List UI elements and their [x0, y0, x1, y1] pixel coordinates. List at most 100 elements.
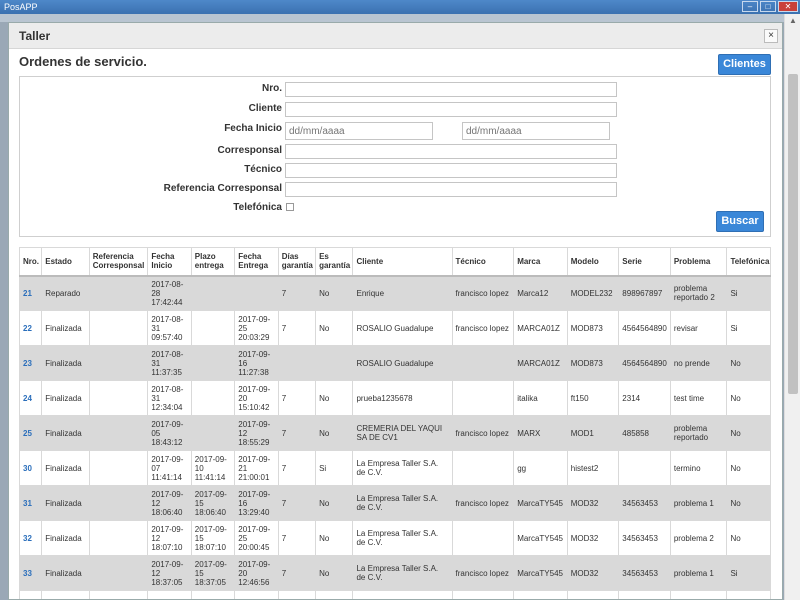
order-number-link[interactable] [18, 590, 43, 599]
column-header[interactable]: Telefónica [726, 247, 771, 277]
order-number-link[interactable]: 24 [18, 380, 43, 416]
order-number-link[interactable]: 30 [18, 450, 43, 486]
table-cell: 7 [277, 275, 317, 311]
table-row[interactable]: 22 Finalizada 2017-08-31 09:57:40 2017-09-2… [18, 310, 771, 346]
table-row[interactable]: 23 Finalizada 2017-08-31 11:37:35 2017-09-1… [18, 345, 771, 381]
filter-panel: Nro. Cliente Fecha Inicio Corresponsal T… [19, 76, 771, 237]
minimize-icon[interactable]: – [742, 1, 758, 12]
table-cell [726, 590, 771, 599]
table-cell [451, 345, 515, 381]
table-cell: MOD873 [566, 345, 620, 381]
order-number-link[interactable]: 25 [18, 415, 43, 451]
order-number-link[interactable]: 21 [18, 275, 43, 311]
table-row[interactable]: 31 Finalizada 2017-09-12 18:06:40 2017-09-1… [18, 485, 771, 521]
column-header[interactable]: Modelo [566, 247, 620, 277]
column-header[interactable]: Marca [513, 247, 568, 277]
table-row[interactable]: 30 Finalizada 2017-09-07 11:41:14 2017-09-1… [18, 450, 771, 486]
table-cell [277, 590, 317, 599]
table-cell: 2017-09-05 18:43:12 [147, 415, 192, 451]
table-cell: termino [669, 450, 728, 486]
scroll-up-icon[interactable]: ▲ [789, 16, 797, 25]
table-cell: Finalizada [41, 310, 90, 346]
tecnico-input[interactable] [285, 163, 617, 178]
table-cell [566, 590, 620, 599]
scrollbar[interactable]: ▲ [784, 14, 800, 600]
clientes-button[interactable]: Clientes [718, 54, 771, 75]
table-cell: 2017-09-25 20:00:45 [234, 520, 279, 556]
nro-input[interactable] [285, 82, 617, 97]
table-row[interactable]: 2017-09-2017-09-2017-09-Empresa Correspo… [18, 590, 771, 599]
cliente-input[interactable] [285, 102, 617, 117]
buscar-button[interactable]: Buscar [716, 211, 764, 232]
table-cell: Finalizada [41, 380, 90, 416]
table-cell: No [315, 380, 354, 416]
table-cell: MOD32 [566, 555, 620, 591]
table-cell: MOD873 [566, 310, 620, 346]
table-cell [88, 310, 149, 346]
column-header[interactable]: Serie [618, 247, 671, 277]
table-cell: MOD1 [566, 415, 620, 451]
table-cell: 2017-09-15 18:37:05 [190, 555, 236, 591]
column-header[interactable]: Fecha Entrega [234, 247, 279, 277]
table-row[interactable]: 21 Reparado 2017-08-28 17:42:44 7 No Enrique f… [18, 275, 771, 311]
table-row[interactable]: 25 Finalizada 2017-09-05 18:43:12 2017-09-1… [18, 415, 771, 451]
table-cell: No [315, 485, 354, 521]
table-row[interactable]: 33 Finalizada 2017-09-12 18:37:05 2017-09-1… [18, 555, 771, 591]
table-cell: 2017-09-21 21:00:01 [234, 450, 279, 486]
column-header[interactable]: Cliente [352, 247, 453, 277]
table-row[interactable]: 24 Finalizada 2017-08-31 12:34:04 2017-09-2… [18, 380, 771, 416]
table-cell: 2314 [618, 380, 671, 416]
referencia-corresponsal-input[interactable] [285, 182, 617, 197]
column-header[interactable]: Días garantía [277, 247, 317, 277]
telefonica-checkbox[interactable] [286, 203, 294, 211]
window-close-icon[interactable]: ✕ [778, 1, 798, 12]
order-number-link[interactable]: 23 [18, 345, 43, 381]
order-number-link[interactable]: 31 [18, 485, 43, 521]
table-cell [451, 590, 515, 599]
table-cell: italika [513, 380, 568, 416]
scrollbar-thumb[interactable] [788, 74, 798, 394]
close-icon[interactable]: × [764, 29, 778, 43]
table-cell: 2017-08-31 12:34:04 [147, 380, 192, 416]
table-cell [88, 345, 149, 381]
table-cell [451, 380, 515, 416]
table-cell: Finalizada [41, 520, 90, 556]
column-header[interactable]: Fecha Inicio [147, 247, 192, 277]
order-number-link[interactable]: 32 [18, 520, 43, 556]
table-cell: 485858 [618, 415, 671, 451]
column-header[interactable]: Problema [669, 247, 728, 277]
table-cell: Marca12 [513, 275, 568, 311]
column-header[interactable]: Nro. [18, 247, 43, 277]
table-cell: MarcaTY545 [513, 520, 568, 556]
fecha-inicio-from-input[interactable] [285, 122, 433, 140]
maximize-icon[interactable]: □ [760, 1, 776, 12]
table-cell: 2017-09-10 11:41:14 [190, 450, 236, 486]
order-number-link[interactable]: 33 [18, 555, 43, 591]
table-cell [618, 590, 671, 599]
table-cell: Reparado [41, 275, 90, 311]
table-cell: problema 2 [669, 520, 728, 556]
table-cell: No [726, 345, 771, 381]
table-cell: revisar [669, 310, 728, 346]
column-header[interactable]: Técnico [451, 247, 515, 277]
column-header[interactable]: Estado [41, 247, 90, 277]
table-cell: No [315, 275, 354, 311]
table-cell: MARCA01Z [513, 310, 568, 346]
table-cell: 2017-09-07 11:41:14 [147, 450, 192, 486]
table-cell: 2017-08-31 09:57:40 [147, 310, 192, 346]
table-header-row: Nro. Estado Referencia Corresponsal Fech… [18, 247, 771, 277]
fecha-inicio-to-input[interactable] [462, 122, 610, 140]
table-cell: 7 [277, 415, 317, 451]
table-cell: MarcaTY545 [513, 555, 568, 591]
table-cell: francisco lopez [451, 415, 515, 451]
table-cell: 34563453 [618, 555, 671, 591]
table-cell: No [726, 380, 771, 416]
column-header[interactable]: Referencia Corresponsal [88, 247, 149, 277]
table-cell [513, 590, 568, 599]
table-cell: 2017-08-28 17:42:44 [147, 275, 192, 311]
corresponsal-input[interactable] [285, 144, 617, 159]
column-header[interactable]: Plazo entrega [190, 247, 236, 277]
order-number-link[interactable]: 22 [18, 310, 43, 346]
column-header[interactable]: Es garantía [315, 247, 354, 277]
table-row[interactable]: 32 Finalizada 2017-09-12 18:07:10 2017-09-1… [18, 520, 771, 556]
